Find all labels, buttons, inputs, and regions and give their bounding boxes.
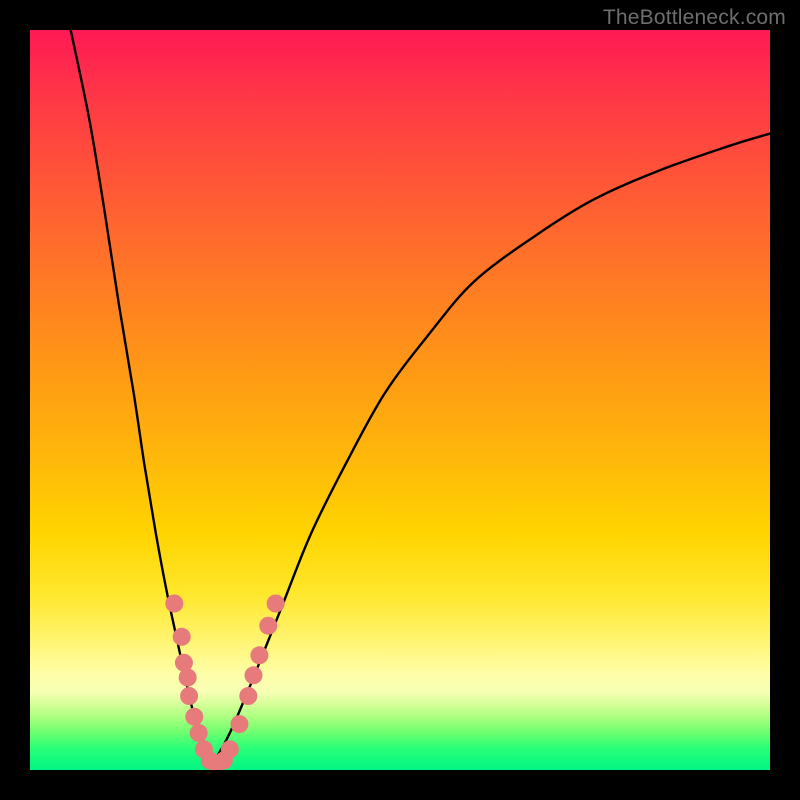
data-point (259, 617, 277, 635)
data-point (190, 724, 208, 742)
marker-group (165, 595, 284, 771)
data-point (239, 687, 257, 705)
data-point (185, 708, 203, 726)
data-point (180, 687, 198, 705)
data-point (165, 595, 183, 613)
data-point (267, 595, 285, 613)
data-point (179, 669, 197, 687)
curve-left-curve (71, 30, 212, 766)
data-point (221, 740, 239, 758)
watermark-text: TheBottleneck.com (603, 6, 786, 30)
data-point (244, 666, 262, 684)
plot-area (30, 30, 770, 770)
data-point (250, 646, 268, 664)
curve-group (71, 30, 770, 766)
data-point (173, 628, 191, 646)
chart-svg (30, 30, 770, 770)
chart-frame: TheBottleneck.com (0, 0, 800, 800)
curve-right-curve (211, 134, 770, 767)
data-point (230, 715, 248, 733)
